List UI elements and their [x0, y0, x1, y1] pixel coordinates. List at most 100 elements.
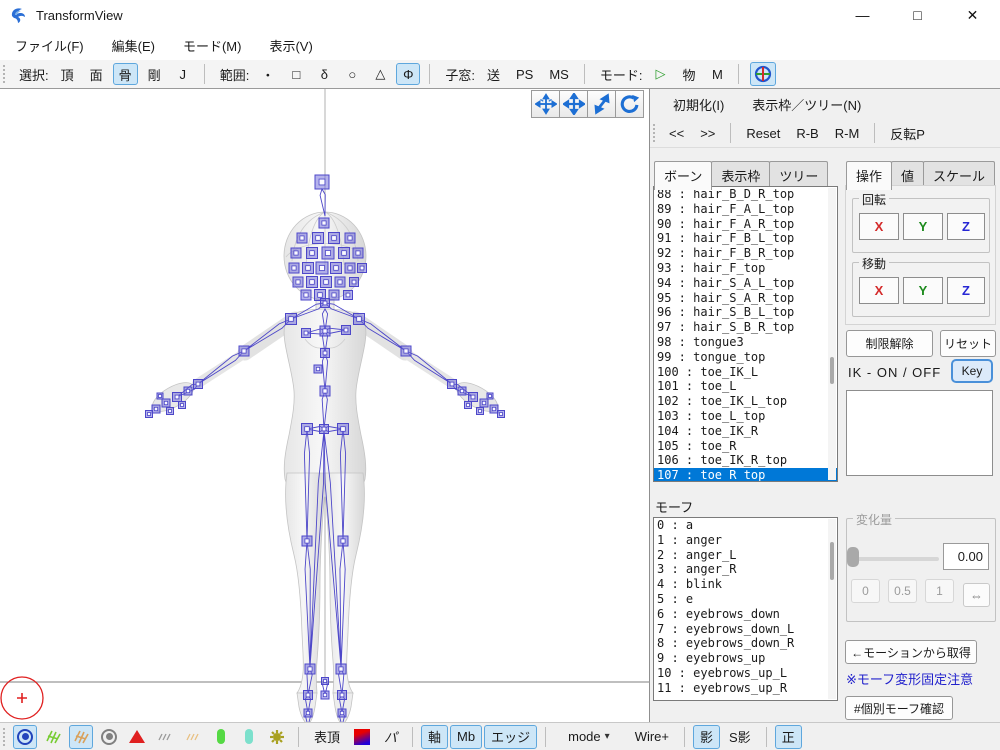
3d-viewport[interactable]	[0, 89, 650, 722]
list-item[interactable]: 90 : hair_F_A_R_top	[654, 217, 837, 232]
vertex-marker-button[interactable]	[13, 725, 37, 749]
list-item[interactable]: 11 : eyebrows_up_R	[654, 681, 837, 696]
shadow-toggle-1[interactable]: S影	[722, 725, 758, 749]
list-item[interactable]: 99 : tongue_top	[654, 350, 837, 365]
view-move-button[interactable]	[559, 90, 588, 118]
list-item[interactable]: 3 : anger_R	[654, 562, 837, 577]
hatch-green-button[interactable]	[41, 725, 65, 749]
menu-view[interactable]: 表示(V)	[260, 32, 321, 59]
list-item[interactable]: 6 : eyebrows_down	[654, 607, 837, 622]
menu-initialize[interactable]: 初期化(I)	[664, 91, 733, 118]
list-item[interactable]: 1 : anger	[654, 533, 837, 548]
mode-button-1[interactable]: 物	[676, 63, 701, 85]
list-item[interactable]: 100 : toe_IK_L	[654, 365, 837, 380]
vertex-display-button[interactable]: 表頂	[307, 725, 347, 749]
list-item[interactable]: 10 : eyebrows_up_L	[654, 666, 837, 681]
list-item[interactable]: 89 : hair_F_A_L_top	[654, 202, 837, 217]
list-item[interactable]: 107 : toe_R_top	[654, 468, 837, 482]
move-y-button[interactable]: Y	[903, 277, 943, 304]
list-item[interactable]: 98 : tongue3	[654, 335, 837, 350]
reset-pose-button[interactable]: リセット	[940, 330, 996, 357]
individual-morph-button[interactable]: #個別モーフ確認	[845, 696, 953, 720]
mode-button-2[interactable]: M	[705, 63, 729, 85]
key-button[interactable]: Key	[951, 359, 993, 383]
range-button-0[interactable]: ・	[255, 63, 280, 85]
reset-button-1[interactable]: R-B	[790, 122, 824, 144]
invert-button-0[interactable]: 反転P	[884, 122, 931, 144]
list-item[interactable]: 105 : toe_R	[654, 439, 837, 454]
list-item[interactable]: 101 : toe_L	[654, 379, 837, 394]
perspective-button[interactable]: パ	[377, 725, 404, 749]
ik-list-box[interactable]	[846, 390, 993, 476]
toolbar-grip[interactable]	[3, 65, 7, 83]
list-item[interactable]: 7 : eyebrows_down_L	[654, 622, 837, 637]
amount-slider[interactable]	[855, 557, 939, 561]
rotate-y-button[interactable]: Y	[903, 213, 943, 240]
reset-button-2[interactable]: R-M	[829, 122, 866, 144]
lines-orange-button[interactable]	[181, 725, 205, 749]
triangle-button[interactable]	[125, 725, 149, 749]
amount-value[interactable]: 0.00	[943, 543, 989, 570]
list-item[interactable]: 9 : eyebrows_up	[654, 651, 837, 666]
mode-dropdown[interactable]: mode ▾	[561, 725, 617, 749]
display-toggle-0[interactable]: 軸	[421, 725, 448, 749]
toolbar-grip[interactable]	[3, 728, 7, 746]
menu-mode[interactable]: モード(M)	[174, 32, 251, 59]
menu-edit[interactable]: 編集(E)	[103, 32, 164, 59]
range-button-1[interactable]: □	[284, 63, 308, 85]
childwindow-button-1[interactable]: PS	[510, 63, 539, 85]
display-toggle-2[interactable]: エッジ	[484, 725, 537, 749]
list-item[interactable]: 0 : a	[654, 518, 837, 533]
move-z-button[interactable]: Z	[947, 277, 985, 304]
display-toggle-1[interactable]: Mb	[450, 725, 482, 749]
limit-release-button[interactable]: 制限解除	[846, 330, 933, 357]
hatch-orange-button[interactable]	[69, 725, 93, 749]
move-x-button[interactable]: X	[859, 277, 899, 304]
rotate-z-button[interactable]: Z	[947, 213, 985, 240]
from-motion-button[interactable]: ←モーションから取得	[845, 640, 977, 664]
list-tab-0[interactable]: ボーン	[654, 161, 712, 190]
view-rotate-button[interactable]	[615, 90, 644, 118]
lines-gray-button[interactable]	[153, 725, 177, 749]
list-item[interactable]: 91 : hair_F_B_L_top	[654, 231, 837, 246]
swap-button[interactable]: ⇔	[963, 583, 990, 607]
childwindow-button-0[interactable]: 送	[481, 63, 506, 85]
toolbar-grip[interactable]	[653, 124, 657, 142]
range-button-2[interactable]: δ	[312, 63, 336, 85]
menu-frame-tree[interactable]: 表示枠／ツリー(N)	[743, 91, 870, 118]
list-item[interactable]: 4 : blink	[654, 577, 837, 592]
wire-plus-button[interactable]: Wire+	[628, 725, 676, 749]
menu-file[interactable]: ファイル(F)	[6, 32, 93, 59]
list-item[interactable]: 2 : anger_L	[654, 548, 837, 563]
point-marker-button[interactable]	[97, 725, 121, 749]
op-tab-0[interactable]: 操作	[846, 161, 892, 190]
list-item[interactable]: 5 : e	[654, 592, 837, 607]
range-button-5[interactable]: Φ	[396, 63, 420, 85]
front-view-toggle-0[interactable]: 正	[775, 725, 802, 749]
select-button-4[interactable]: J	[171, 63, 195, 85]
maximize-button[interactable]: □	[890, 0, 945, 30]
mode-button-0[interactable]: ▷	[648, 63, 672, 85]
amount-slider-thumb[interactable]	[847, 547, 859, 567]
ik-toggle-label[interactable]: IK - ON / OFF	[848, 365, 941, 380]
list-item[interactable]: 95 : hair_S_A_R_top	[654, 291, 837, 306]
minimize-button[interactable]: —	[835, 0, 890, 30]
amount-0-button[interactable]: 0	[851, 579, 880, 603]
view-zoom-button[interactable]	[587, 90, 616, 118]
capsule-green-button[interactable]	[209, 725, 233, 749]
list-item[interactable]: 103 : toe_L_top	[654, 409, 837, 424]
select-button-0[interactable]: 頂	[55, 63, 80, 85]
bone-nav-button-0[interactable]: <<	[663, 122, 690, 144]
view-pan-button[interactable]	[531, 90, 560, 118]
list-item[interactable]: 102 : toe_IK_L_top	[654, 394, 837, 409]
color-swatch[interactable]	[354, 729, 370, 745]
select-button-3[interactable]: 剛	[142, 63, 167, 85]
list-item[interactable]: 97 : hair_S_B_R_top	[654, 320, 837, 335]
bone-list-scrollbar[interactable]	[828, 188, 836, 480]
shadow-toggle-0[interactable]: 影	[693, 725, 720, 749]
amount-05-button[interactable]: 0.5	[888, 579, 917, 603]
list-item[interactable]: 94 : hair_S_A_L_top	[654, 276, 837, 291]
rotate-x-button[interactable]: X	[859, 213, 899, 240]
childwindow-button-2[interactable]: MS	[543, 63, 575, 85]
list-item[interactable]: 8 : eyebrows_down_R	[654, 636, 837, 651]
